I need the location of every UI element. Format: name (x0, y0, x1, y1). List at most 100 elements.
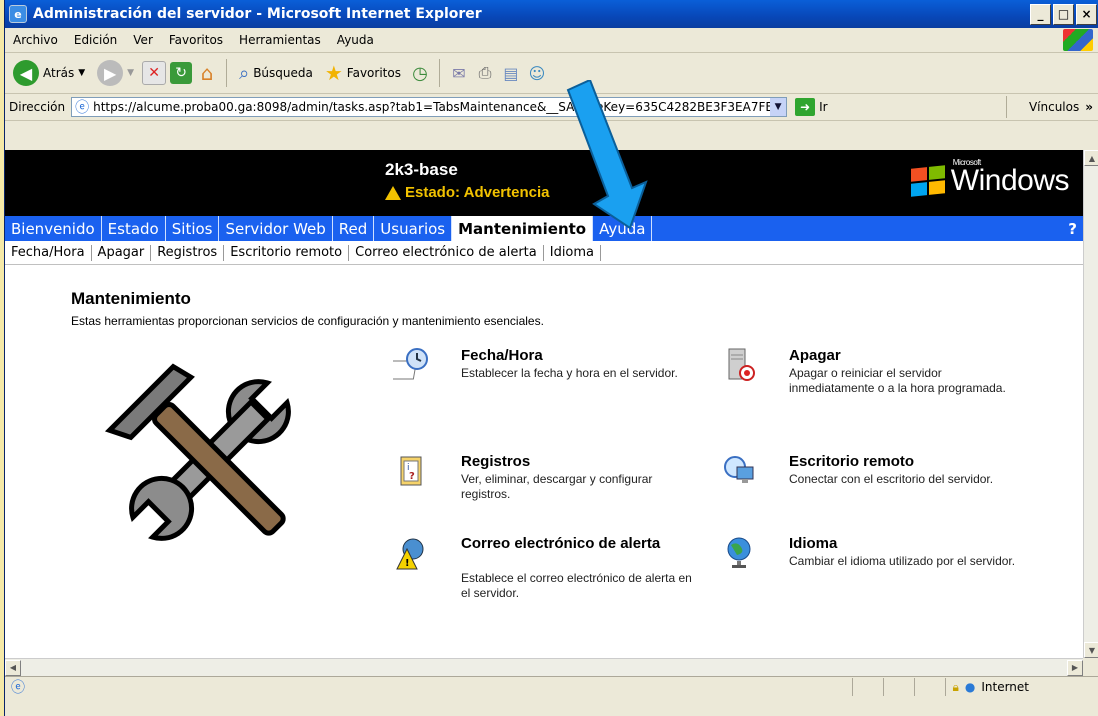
search-icon: ⌕ (239, 62, 250, 84)
tab-red[interactable]: Red (333, 216, 375, 241)
scroll-right-icon[interactable]: ▶ (1067, 659, 1083, 676)
go-button[interactable]: ➜ Ir (795, 98, 828, 116)
task-description: Conectar con el escritorio del servidor. (789, 472, 994, 486)
subtab-registros[interactable]: Registros (151, 244, 225, 261)
tab-servidor-web[interactable]: Servidor Web (219, 216, 333, 241)
subtab-correo-alerta[interactable]: Correo electrónico de alerta (349, 244, 544, 261)
maximize-button[interactable]: □ (1053, 3, 1074, 25)
address-url: https://alcume.proba00.ga:8098/admin/tas… (93, 100, 771, 114)
globe-icon (727, 537, 751, 568)
scroll-left-icon[interactable]: ◀ (5, 659, 21, 676)
status-bar: ⓔ 🔒︎ ● Internet (5, 676, 1098, 716)
address-bar: Dirección ⓔ https://alcume.proba00.ga:80… (5, 94, 1098, 121)
ie-icon: e (9, 5, 27, 23)
close-button[interactable]: × (1076, 3, 1097, 25)
security-zone: Internet (981, 680, 1029, 694)
task-description: Cambiar el idioma utilizado por el servi… (789, 554, 1016, 568)
search-label: Búsqueda (253, 66, 313, 80)
horizontal-scrollbar[interactable]: ◀ ▶ (5, 658, 1083, 676)
task-registros[interactable]: i ? Registros Ver, eliminar, descargar y… (393, 453, 653, 513)
minimize-button[interactable]: _ (1030, 3, 1051, 25)
menu-edicion[interactable]: Edición (66, 33, 125, 47)
page-description: Estas herramientas proporcionan servicio… (71, 314, 544, 328)
status-pane (853, 678, 885, 696)
lock-icon[interactable]: 🔒︎ (946, 680, 964, 695)
status-pane (915, 678, 947, 696)
windows-wordmark: Microsoft Windows (951, 158, 1070, 198)
task-description: Establece el correo electrónico de alert… (461, 571, 692, 600)
microsoft-label: Microsoft (952, 158, 981, 167)
task-title: Idioma (789, 535, 838, 552)
task-fecha-hora[interactable]: Fecha/Hora Establecer la fecha y hora en… (393, 347, 678, 407)
task-idioma[interactable]: Idioma Cambiar el idioma utilizado por e… (721, 535, 1015, 595)
menu-ayuda[interactable]: Ayuda (329, 33, 382, 47)
task-escritorio-remoto[interactable]: Escritorio remoto Conectar con el escrit… (721, 453, 993, 513)
menu-bar: Archivo Edición Ver Favoritos Herramient… (5, 28, 1098, 53)
server-hostname: 2k3-base (385, 160, 458, 179)
separator (226, 59, 228, 87)
page-icon: ⓔ (11, 680, 25, 696)
links-label: Vínculos (1028, 100, 1080, 114)
menu-archivo[interactable]: Archivo (5, 33, 66, 47)
title-bar[interactable]: e Administración del servidor - Microsof… (5, 0, 1098, 28)
windows-brand-logo: Microsoft Windows (910, 158, 1070, 198)
tab-bienvenido[interactable]: Bienvenido (5, 216, 102, 241)
subtab-escritorio-remoto[interactable]: Escritorio remoto (224, 244, 350, 261)
forward-button[interactable]: ▶ ▼ (93, 60, 138, 86)
server-status[interactable]: Estado: Advertencia (385, 184, 550, 201)
refresh-icon[interactable]: ↻ (170, 62, 193, 84)
alert-mail-icon: ! (396, 538, 424, 570)
mail-icon[interactable]: ✉ (448, 62, 470, 84)
help-icon[interactable]: ? (1068, 220, 1077, 238)
subtab-apagar[interactable]: Apagar (92, 244, 152, 261)
svg-text:?: ? (409, 471, 415, 482)
edit-icon[interactable]: ▤ (500, 62, 522, 84)
address-input[interactable]: ⓔ https://alcume.proba00.ga:8098/admin/t… (71, 97, 788, 117)
tab-usuarios[interactable]: Usuarios (374, 216, 453, 241)
search-button[interactable]: ⌕ Búsqueda (235, 63, 317, 84)
history-icon[interactable]: ◷ (409, 62, 431, 84)
toolbar: ◀ Atrás ▼ ▶ ▼ ✕ ↻ ⌂ ⌕ Búsqueda ★ Favorit… (5, 53, 1098, 94)
home-icon[interactable]: ⌂ (196, 61, 218, 85)
favorites-button[interactable]: ★ Favoritos (321, 61, 405, 85)
task-correo-alerta[interactable]: ! Correo electrónico de alerta Establece… (393, 535, 692, 615)
tab-estado[interactable]: Estado (102, 216, 166, 241)
server-shutdown-icon (728, 348, 755, 381)
page-content: 2k3-base Estado: Advertencia Microsoft W… (5, 150, 1083, 658)
address-label: Dirección (9, 100, 66, 114)
sub-tabs: Fecha/Hora Apagar Registros Escritorio r… (5, 241, 1083, 265)
browser-window: e Administración del servidor - Microsof… (4, 0, 1098, 716)
status-pane (884, 678, 916, 696)
links-toolbar[interactable]: Vínculos » (1005, 96, 1098, 118)
subtab-fecha-hora[interactable]: Fecha/Hora (5, 244, 92, 261)
messenger-icon[interactable]: ☺ (526, 62, 548, 84)
print-icon[interactable]: ⎙ (474, 62, 496, 84)
menu-ver[interactable]: Ver (125, 33, 161, 47)
back-button[interactable]: ◀ Atrás ▼ (9, 60, 89, 86)
separator (438, 59, 440, 87)
scroll-down-icon[interactable]: ▼ (1084, 642, 1098, 658)
task-apagar[interactable]: Apagar Apagar o reiniciar el servidor in… (721, 347, 1006, 421)
task-description: Ver, eliminar, descargar y configurar re… (461, 472, 653, 501)
tab-sitios[interactable]: Sitios (166, 216, 220, 241)
menu-favoritos[interactable]: Favoritos (161, 33, 231, 47)
task-title: Correo electrónico de alerta (461, 535, 661, 552)
server-status-text: Estado: Advertencia (405, 184, 550, 201)
status-pane (822, 678, 854, 696)
windows-logo-icon (1063, 29, 1093, 51)
windows-flag-icon (910, 165, 945, 197)
task-title: Apagar (789, 347, 841, 364)
annotation-arrow (566, 80, 648, 230)
task-description: Apagar o reiniciar el servidor inmediata… (789, 366, 1006, 395)
subtab-idioma[interactable]: Idioma (544, 244, 602, 261)
menu-herramientas[interactable]: Herramientas (231, 33, 329, 47)
vertical-scrollbar[interactable]: ▲ ▼ (1083, 150, 1098, 658)
globe-icon: ● (964, 680, 976, 694)
stop-icon[interactable]: ✕ (142, 61, 167, 85)
chevron-down-icon[interactable]: ▼ (770, 98, 787, 116)
star-icon: ★ (324, 61, 343, 85)
scroll-up-icon[interactable]: ▲ (1084, 150, 1098, 166)
svg-text:!: ! (405, 558, 410, 569)
clock-calendar-icon (393, 348, 428, 380)
warning-icon (385, 185, 401, 200)
